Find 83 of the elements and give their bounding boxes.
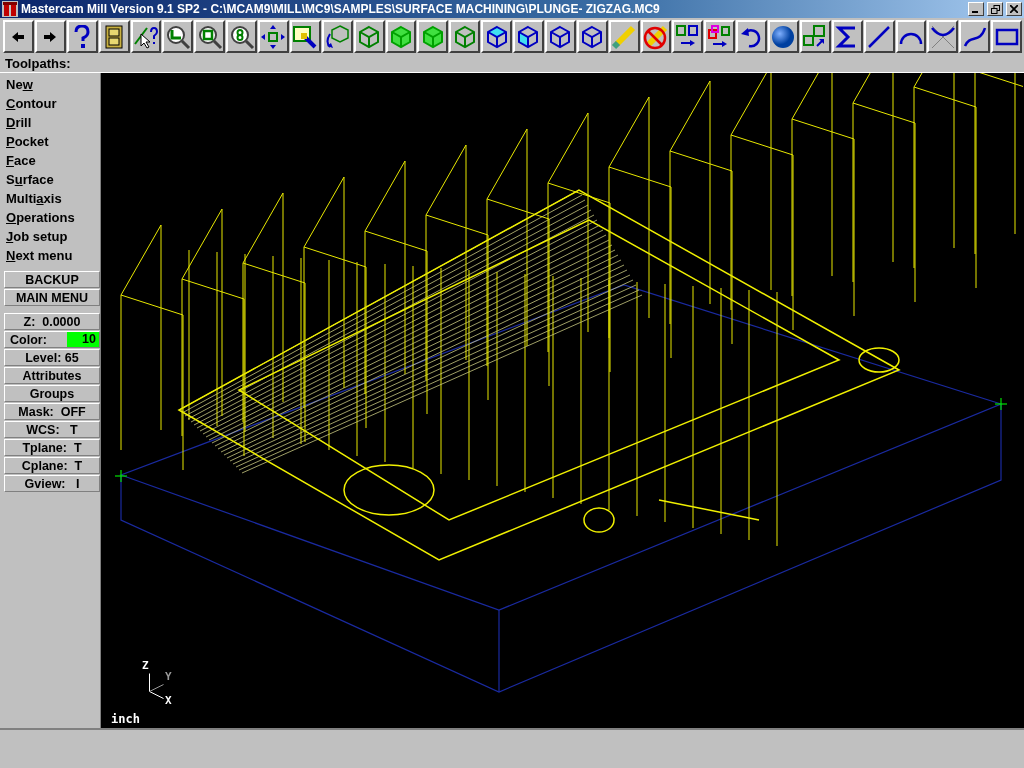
color-button[interactable]: Color: 10 — [4, 331, 100, 348]
zoom-icon — [164, 23, 191, 50]
toolbar-button[interactable] — [481, 20, 512, 53]
menu-item[interactable]: Drill — [4, 113, 32, 132]
toolbar-button[interactable] — [353, 20, 385, 53]
toolbar-button[interactable] — [991, 20, 1022, 53]
status-button[interactable]: Attributes — [4, 367, 100, 384]
toolbar-button[interactable] — [385, 20, 417, 53]
window-title: Mastercam Mill Version 9.1 SP2 - C:\MCAM9\MILL\MC9\SAMPLES\SURFACE MACHINING\PLUNGE- ZIGZAG.MC9 — [21, 2, 661, 16]
pan-icon — [260, 23, 287, 50]
color-swatch: 10 — [67, 332, 99, 347]
close-button[interactable] — [1006, 2, 1022, 16]
toolbar-button[interactable] — [417, 20, 449, 53]
toolbar-button[interactable] — [640, 20, 672, 53]
restore-button[interactable] — [987, 2, 1003, 16]
status-button[interactable]: Tplane: T — [4, 439, 100, 456]
toolbar-button[interactable] — [321, 20, 353, 53]
copy-squares-icon — [706, 23, 733, 50]
toolbar-button[interactable] — [3, 20, 34, 53]
units-label: inch — [111, 712, 140, 726]
prompt-text: Toolpaths: — [5, 55, 71, 71]
axis-label: X — [165, 695, 172, 706]
paint-brush-icon — [292, 23, 319, 50]
pencil-icon — [611, 23, 638, 50]
toolbar-button[interactable] — [704, 20, 736, 53]
zoom-icon — [196, 23, 223, 50]
menu-item[interactable]: Pocket — [4, 132, 49, 151]
axis-triad-icon — [148, 672, 165, 700]
rotate-cube-icon — [324, 23, 351, 50]
status-button[interactable]: Gview: I — [4, 475, 100, 492]
toolbar-button[interactable] — [544, 20, 576, 53]
toolbar-button[interactable] — [130, 20, 162, 53]
status-button[interactable]: Z: 0.0000 — [4, 313, 100, 330]
zoom-icon — [228, 23, 255, 50]
fillet-icon — [929, 23, 956, 50]
minimize-button[interactable] — [968, 2, 984, 16]
toolbar-button[interactable] — [449, 20, 481, 53]
toolbar-button[interactable] — [927, 20, 959, 53]
toolbar-button[interactable] — [863, 20, 895, 53]
toolbar-button[interactable] — [959, 20, 991, 53]
toolbar-button[interactable] — [162, 20, 194, 53]
no-pencil-icon — [642, 23, 669, 50]
toolbar-button[interactable] — [768, 20, 799, 53]
toolbar-button[interactable] — [513, 20, 544, 53]
axis-label: Y — [165, 671, 172, 682]
toolbar-button[interactable] — [98, 20, 130, 53]
help-icon — [74, 24, 91, 49]
toolbar-button[interactable] — [258, 20, 289, 53]
toolbar-button[interactable] — [672, 20, 704, 53]
toolbar-button[interactable] — [576, 20, 608, 53]
menu-item[interactable]: Next menu — [4, 246, 73, 265]
toolbar-button[interactable] — [736, 20, 767, 53]
sphere-icon — [770, 23, 797, 50]
menu-item[interactable]: Job setup — [4, 227, 68, 246]
status-button[interactable]: Groups — [4, 385, 100, 402]
status-button[interactable]: Mask: OFF — [4, 403, 100, 420]
menu-item[interactable]: Operations — [4, 208, 75, 227]
toolbar-button[interactable] — [799, 20, 831, 53]
menu-item[interactable]: Multiaxis — [4, 189, 62, 208]
line-icon — [866, 23, 893, 50]
status-button[interactable]: WCS: T — [4, 421, 100, 438]
menu-item[interactable]: New — [4, 75, 33, 94]
axis-label: Z — [142, 660, 149, 671]
close-icon — [1010, 5, 1018, 13]
menu-item[interactable]: Surface — [4, 170, 54, 189]
toolbar-button[interactable] — [831, 20, 863, 53]
toolbar-button[interactable] — [34, 20, 66, 53]
restore-icon — [990, 4, 1000, 14]
menu-button[interactable]: BACKUP — [4, 271, 100, 288]
toolbar-button[interactable] — [608, 20, 640, 53]
toolbar-button[interactable] — [289, 20, 321, 53]
toolbar-button[interactable] — [226, 20, 257, 53]
arrow-right-icon — [44, 31, 57, 42]
status-button[interactable]: Level: 65 — [4, 349, 100, 366]
menu-item[interactable]: Contour — [4, 94, 57, 113]
cabinet-icon — [105, 24, 124, 49]
toolbar-button[interactable] — [66, 20, 98, 53]
toolbar-button[interactable] — [194, 20, 226, 53]
menu-item[interactable]: Face — [4, 151, 36, 170]
menu-button[interactable]: MAIN MENU — [4, 289, 100, 306]
toolbar-button[interactable] — [895, 20, 927, 53]
arrow-left-icon — [12, 31, 25, 42]
status-button[interactable]: Cplane: T — [4, 457, 100, 474]
